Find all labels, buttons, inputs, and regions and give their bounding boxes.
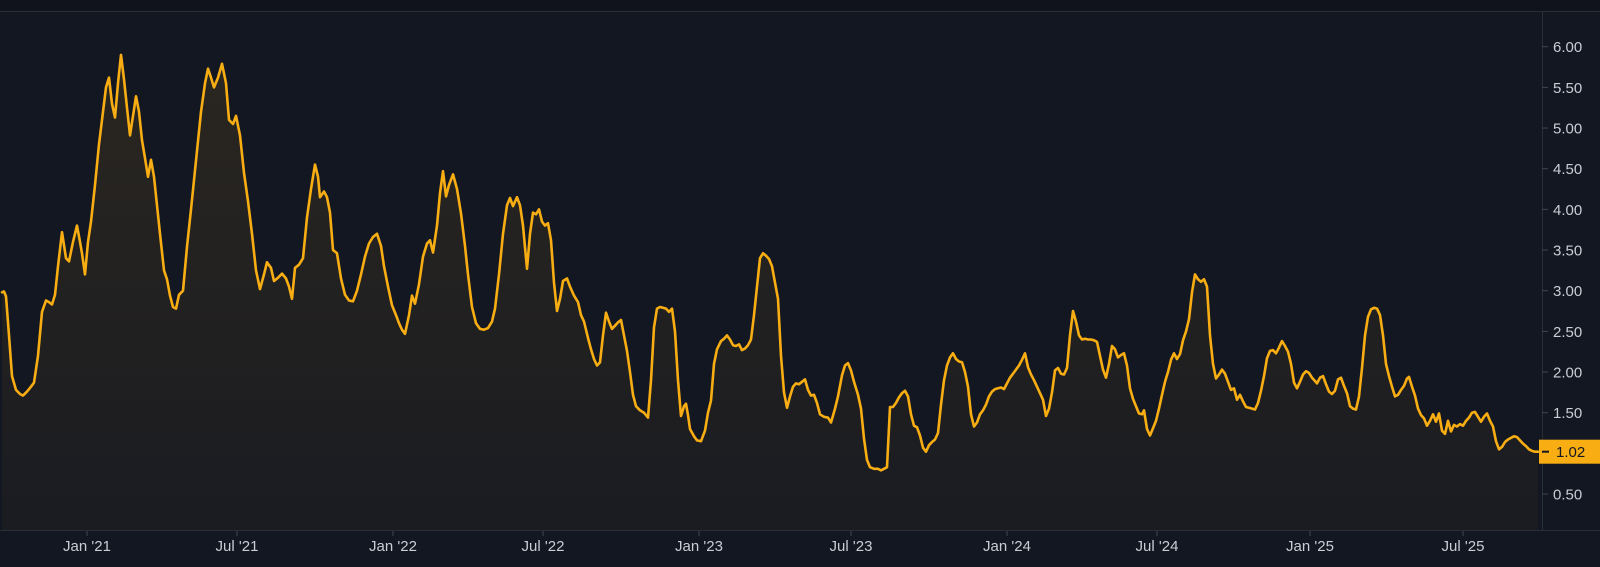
time-tick-label: Jul '22 [522, 538, 565, 555]
price-tick-label: 6.00 [1553, 39, 1582, 56]
time-tick-label: Jan '24 [983, 538, 1031, 555]
time-tick-label: Jul '21 [216, 538, 259, 555]
time-tick-label: Jan '22 [369, 538, 417, 555]
price-tick-label: 4.50 [1553, 161, 1582, 178]
time-tick-label: Jul '24 [1136, 538, 1179, 555]
price-chart-panel: 6.00 5.50 5.00 4.50 4.00 3.50 3.00 2.50 2.00 1.50… [0, 0, 1600, 562]
time-tick-label: Jan '21 [63, 538, 111, 555]
price-tick-label: 1.50 [1553, 405, 1582, 422]
time-tick-label: Jan '25 [1286, 538, 1334, 555]
price-tick-label: 5.50 [1553, 80, 1582, 97]
time-tick-label: Jul '23 [830, 538, 873, 555]
last-price-value: 1.02 [1556, 444, 1585, 461]
price-tick-label: 5.00 [1553, 121, 1582, 138]
price-tick-label: 0.50 [1553, 487, 1582, 504]
time-tick-label: Jul '25 [1442, 538, 1485, 555]
price-tick-label: 3.50 [1553, 243, 1582, 260]
price-chart[interactable]: 6.00 5.50 5.00 4.50 4.00 3.50 3.00 2.50 2.00 1.50… [0, 0, 1600, 562]
price-tick-label: 2.50 [1553, 324, 1582, 341]
price-tick-label: 2.00 [1553, 365, 1582, 382]
last-price-label: 1.02 [1539, 440, 1600, 464]
time-tick-label: Jan '23 [675, 538, 723, 555]
price-tick-label: 3.00 [1553, 283, 1582, 300]
price-tick-label: 4.00 [1553, 202, 1582, 219]
top-strip [0, 0, 1600, 11]
